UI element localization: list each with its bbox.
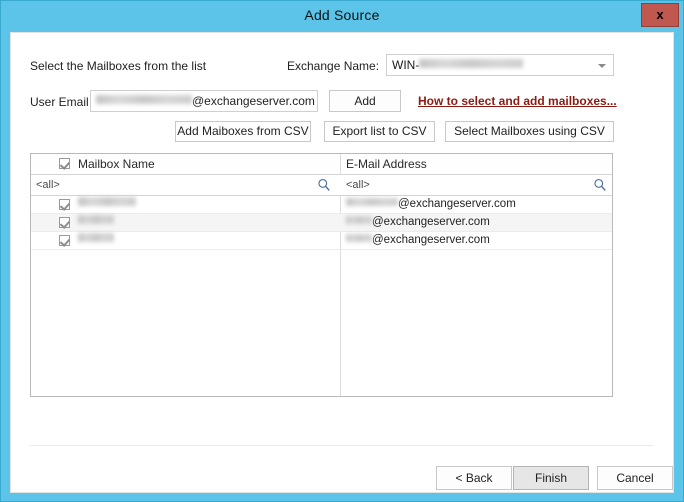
mailbox-name-redacted — [78, 233, 114, 242]
exchange-name-label: Exchange Name: — [287, 59, 380, 73]
table-row[interactable]: @exchangeserver.com — [31, 214, 612, 232]
table-header-row: Mailbox Name E-Mail Address — [31, 154, 612, 175]
row-checkbox[interactable] — [59, 217, 70, 228]
mailbox-name-redacted — [78, 197, 136, 206]
select-mailboxes-using-csv-button[interactable]: Select Mailboxes using CSV — [445, 121, 614, 142]
mailbox-name-redacted — [78, 215, 114, 224]
exchange-name-select[interactable]: WIN- — [386, 54, 614, 76]
filter-mailbox-name[interactable]: <all> — [36, 175, 60, 195]
user-email-value: @exchangeserver.com — [96, 94, 315, 108]
finish-button[interactable]: Finish — [513, 466, 589, 490]
cell-mailbox-name — [78, 197, 136, 210]
cell-email-address: @exchangeserver.com — [346, 198, 516, 210]
table-row[interactable]: @exchangeserver.com — [31, 232, 612, 250]
email-local-redacted — [346, 216, 372, 224]
email-domain: @exchangeserver.com — [372, 216, 490, 228]
close-icon[interactable]: x — [641, 3, 679, 27]
user-email-label: User Email — [30, 95, 89, 109]
cell-email-address: @exchangeserver.com — [346, 216, 490, 228]
cell-mailbox-name — [78, 215, 114, 228]
add-mailboxes-from-csv-button[interactable]: Add Maiboxes from CSV — [175, 121, 311, 142]
search-icon[interactable] — [317, 178, 331, 192]
mailbox-table: Mailbox Name E-Mail Address <all> <all> — [30, 153, 613, 397]
email-domain: @exchangeserver.com — [372, 234, 490, 246]
title-bar: Add Source x — [1, 1, 683, 32]
table-filter-row: <all> <all> — [31, 175, 612, 196]
email-local-redacted — [346, 198, 398, 206]
add-source-dialog: Add Source x Select the Mailboxes from t… — [0, 0, 684, 502]
search-icon[interactable] — [593, 178, 607, 192]
cancel-button[interactable]: Cancel — [597, 466, 673, 490]
email-domain: @exchangeserver.com — [398, 198, 516, 210]
instruction-label: Select the Mailboxes from the list — [30, 59, 207, 73]
user-email-local-redacted — [96, 95, 192, 104]
column-header-email-address[interactable]: E-Mail Address — [346, 154, 427, 174]
select-all-checkbox[interactable] — [59, 158, 70, 169]
exchange-name-redacted — [419, 59, 524, 68]
table-row[interactable]: @exchangeserver.com — [31, 196, 612, 214]
row-checkbox[interactable] — [59, 199, 70, 210]
export-list-to-csv-button[interactable]: Export list to CSV — [324, 121, 435, 142]
back-button[interactable]: < Back — [436, 466, 512, 490]
exchange-name-prefix: WIN- — [392, 58, 420, 72]
how-to-select-link[interactable]: How to select and add mailboxes... — [418, 94, 617, 108]
cell-mailbox-name — [78, 233, 114, 246]
page-title: Add Source — [304, 7, 380, 23]
user-email-input[interactable]: @exchangeserver.com — [90, 90, 318, 112]
cell-email-address: @exchangeserver.com — [346, 234, 490, 246]
exchange-name-value: WIN- — [392, 58, 524, 72]
filter-email-address[interactable]: <all> — [346, 175, 370, 195]
footer-divider — [30, 445, 654, 446]
user-email-domain: @exchangeserver.com — [192, 94, 315, 108]
row-checkbox[interactable] — [59, 235, 70, 246]
column-header-mailbox-name[interactable]: Mailbox Name — [78, 154, 155, 174]
chevron-down-icon[interactable] — [598, 64, 606, 68]
email-local-redacted — [346, 234, 372, 242]
add-button[interactable]: Add — [329, 90, 401, 112]
dialog-body: Select the Mailboxes from the list Excha… — [10, 32, 674, 493]
